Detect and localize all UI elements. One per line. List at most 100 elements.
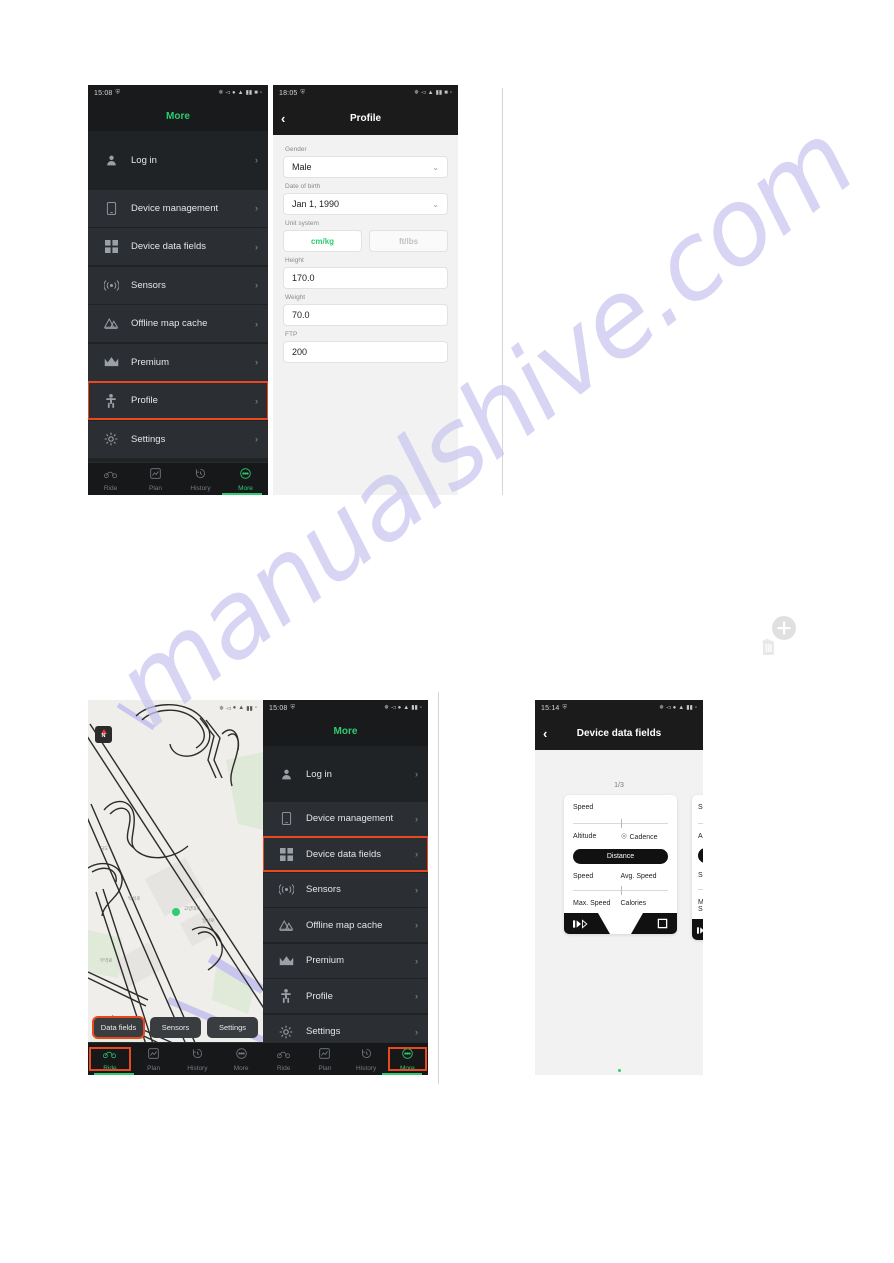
unit-imperial-button[interactable]: ft/lbs	[369, 230, 448, 252]
sidebar-item-device-management[interactable]: Device management ›	[263, 801, 428, 836]
unit-metric-button[interactable]: cm/kg	[283, 230, 362, 252]
chevron-right-icon: ›	[255, 395, 258, 406]
ftp-input[interactable]: 200	[283, 341, 448, 363]
section-divider	[502, 88, 503, 495]
field-altitude[interactable]: Altitude	[573, 833, 621, 841]
gear-icon	[275, 1025, 297, 1039]
tab-indicator	[222, 493, 262, 495]
chip-settings[interactable]: Settings	[207, 1017, 258, 1038]
sidebar-item-login[interactable]: Log in ›	[263, 754, 428, 794]
tab-history[interactable]: History	[176, 1046, 220, 1072]
sidebar-item-login[interactable]: Log in ›	[88, 139, 268, 181]
mute-icon: ◅	[226, 705, 231, 712]
map-view[interactable]: 국도 무역로 백석로 고양대로 일산로 중앙로 백석동 ✵ ◅ ● ▲ ▮▮ ▫	[88, 700, 263, 1075]
status-time: 15:08	[94, 89, 113, 97]
phone-map: 국도 무역로 백석로 고양대로 일산로 중앙로 백석동 ✵ ◅ ● ▲ ▮▮ ▫	[88, 700, 263, 1075]
person-icon	[275, 768, 297, 781]
status-bar: 15:14 ⛨ ✵ ◅ ● ▲ ▮▮ ▫	[535, 700, 703, 716]
battery-icon: ▫	[254, 705, 257, 711]
mute-icon: ◅	[421, 90, 426, 96]
height-input[interactable]: 170.0	[283, 267, 448, 289]
chip-sensors[interactable]: Sensors	[150, 1017, 201, 1038]
route-icon	[319, 1046, 331, 1064]
sidebar-item-sensors[interactable]: Sensors ›	[263, 872, 428, 907]
gender-select[interactable]: Male ⌄	[283, 156, 448, 178]
field-speed-2[interactable]: Speed	[573, 873, 621, 880]
tab-ride[interactable]: Ride	[88, 466, 133, 492]
field-avg-speed[interactable]: Avg. Speed	[621, 873, 669, 880]
unit-system-label: Unit system	[285, 220, 319, 227]
bike-status-icon: ⛨	[562, 705, 568, 711]
tab-ride[interactable]: Ride	[263, 1046, 304, 1072]
tab-label: History	[190, 485, 211, 492]
chevron-right-icon: ›	[415, 1026, 418, 1037]
sidebar-item-settings[interactable]: Settings ›	[88, 420, 268, 458]
phone-icon	[275, 812, 297, 825]
sidebar-item-device-data-fields[interactable]: Device data fields ›	[88, 228, 268, 265]
phone-icon	[100, 201, 122, 215]
svg-text:고양대로: 고양대로	[184, 905, 201, 912]
bike-icon	[103, 1046, 117, 1064]
sidebar-item-offline-map-cache[interactable]: Offline map cache ›	[263, 908, 428, 942]
back-button[interactable]: ‹	[281, 112, 285, 125]
wifi-icon: ▲	[678, 705, 685, 711]
field-distance-pill[interactable]: Distance	[573, 849, 668, 864]
tab-label: More	[399, 1065, 415, 1072]
signal-wave-icon	[275, 883, 297, 896]
weight-input[interactable]: 70.0	[283, 304, 448, 326]
tab-ride[interactable]: Ride	[88, 1046, 132, 1072]
sidebar-item-profile[interactable]: Profile ›	[88, 381, 268, 420]
sim-icon: ▮▮	[435, 90, 443, 96]
tab-more[interactable]: More	[387, 1046, 428, 1072]
data-field-card-next[interactable]: Speed Altitude Speed Max. Speed	[692, 795, 703, 940]
page-indicator: 1/3	[614, 782, 624, 789]
compass-button[interactable]: N	[95, 726, 112, 743]
chevron-right-icon: ›	[255, 357, 258, 367]
tab-plan[interactable]: Plan	[304, 1046, 345, 1072]
sidebar-item-label: Settings	[131, 433, 166, 445]
field-speed-top[interactable]: Speed	[573, 804, 668, 811]
tab-more[interactable]: More	[219, 1046, 263, 1072]
field-cadence[interactable]: Cadence	[620, 833, 669, 841]
field-calories[interactable]: Calories	[621, 900, 669, 907]
mute-icon: ◅	[391, 705, 396, 711]
sidebar-item-premium[interactable]: Premium ›	[88, 343, 268, 381]
field-max-speed[interactable]: Max. Speed	[573, 900, 621, 907]
status-time: 15:14	[541, 704, 560, 712]
bottom-tab-bar: Ride Plan History More	[88, 1042, 263, 1075]
gear-icon	[100, 432, 122, 446]
history-icon	[192, 1046, 203, 1064]
sidebar-item-device-management[interactable]: Device management ›	[88, 189, 268, 227]
stop-icon[interactable]	[657, 918, 668, 929]
page-next-icon[interactable]	[573, 919, 589, 929]
sidebar-item-sensors[interactable]: Sensors ›	[88, 266, 268, 304]
tab-more[interactable]: More	[223, 466, 268, 492]
sidebar-item-offline-map-cache[interactable]: Offline map cache ›	[88, 305, 268, 342]
tab-label: Ride	[276, 1065, 291, 1072]
tab-history[interactable]: History	[346, 1046, 387, 1072]
tab-plan[interactable]: Plan	[133, 466, 178, 492]
chip-data-fields[interactable]: Data fields	[92, 1016, 145, 1039]
data-field-card[interactable]: Speed Altitude Cadence Distance Speed Av…	[564, 795, 677, 934]
chevron-down-icon: ⌄	[432, 162, 439, 172]
battery-icon: ▫	[694, 705, 697, 711]
tab-label: History	[356, 1065, 377, 1072]
dob-select[interactable]: Jan 1, 1990 ⌄	[283, 193, 448, 215]
status-icons: ✵ ◅ ● ▲ ▮▮ ▫	[659, 705, 697, 711]
sidebar-item-device-data-fields[interactable]: Device data fields ›	[263, 836, 428, 872]
sim-icon: ▮▮	[245, 90, 253, 96]
tab-plan[interactable]: Plan	[132, 1046, 176, 1072]
back-button[interactable]: ‹	[543, 727, 547, 740]
battery-icon: ▫	[259, 90, 262, 96]
sidebar-item-premium[interactable]: Premium ›	[263, 943, 428, 978]
status-time: 18:05	[279, 89, 298, 97]
body-icon	[100, 393, 122, 408]
svg-text:무역로: 무역로	[100, 957, 112, 964]
sidebar-item-profile[interactable]: Profile ›	[263, 979, 428, 1013]
field-divider	[573, 819, 668, 828]
location-icon: ●	[232, 705, 237, 711]
data-field-carousel[interactable]: Speed Altitude Cadence Distance Speed Av…	[535, 795, 703, 950]
tab-label: History	[187, 1065, 208, 1072]
map-stack-icon	[275, 919, 297, 932]
tab-history[interactable]: History	[178, 466, 223, 492]
